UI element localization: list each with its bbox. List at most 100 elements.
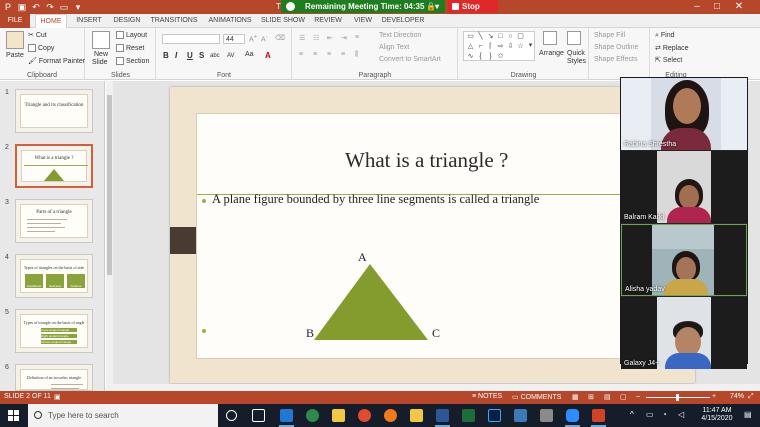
slide-thumbnail-5[interactable]: Types of triangle on the basis of angle …: [15, 309, 93, 353]
increase-indent-icon[interactable]: ⇥: [341, 34, 347, 42]
underline-button[interactable]: U: [187, 51, 193, 60]
shapes-gallery[interactable]: ▭ ╲ ↘ □ ○ ▢ △ ⌐ ⌈ ⇨ ⇩ ☆ ∿ { } ✩ ▾: [463, 31, 535, 61]
redo-icon[interactable]: ↷: [44, 1, 56, 13]
shadow-button[interactable]: abc: [210, 53, 220, 59]
horizontal-scrollbar[interactable]: [113, 384, 760, 391]
new-slide-label-2[interactable]: Slide: [92, 59, 108, 66]
paste-icon[interactable]: [6, 31, 24, 49]
quick-styles-label-2[interactable]: Styles: [567, 58, 586, 65]
notifications-icon[interactable]: ▤: [744, 410, 752, 419]
tab-animations[interactable]: ANIMATIONS: [204, 14, 256, 28]
zoom-out-button[interactable]: –: [636, 393, 640, 400]
shape-triangle-icon[interactable]: △: [466, 43, 475, 51]
shape-arrow-icon[interactable]: ↘: [486, 33, 495, 41]
slide-thumbnail-3[interactable]: Parts of a triangle: [15, 199, 93, 243]
character-spacing-button[interactable]: AV: [227, 53, 235, 59]
font-name-dropdown[interactable]: [162, 34, 220, 44]
participant-video-1[interactable]: Rabina Shrestha: [621, 78, 747, 150]
close-button[interactable]: ✕: [730, 0, 748, 14]
zoom-app-icon[interactable]: [566, 409, 579, 422]
volume-icon[interactable]: ◁: [678, 410, 684, 419]
new-slide-icon[interactable]: [92, 31, 110, 49]
slide-title[interactable]: What is a triangle ?: [345, 148, 508, 173]
task-view-icon[interactable]: [252, 409, 265, 422]
tab-file[interactable]: FILE: [0, 14, 30, 28]
notes-button[interactable]: ≡ NOTES: [472, 393, 502, 400]
zoom-in-button[interactable]: +: [712, 393, 716, 400]
spellcheck-icon[interactable]: ▣: [54, 393, 61, 401]
participant-video-2[interactable]: Balram Karki: [621, 151, 747, 223]
tab-insert[interactable]: INSERT: [72, 14, 106, 28]
shape-fill-button[interactable]: Shape Fill: [594, 32, 625, 39]
thumbnail-scroll-thumb[interactable]: [107, 95, 112, 275]
tab-view[interactable]: VIEW: [350, 14, 376, 28]
tab-developer[interactable]: DEVELOPER: [380, 14, 426, 28]
shape-ellipse-icon[interactable]: ○: [506, 33, 515, 41]
excel-icon[interactable]: [462, 409, 475, 422]
layout-button[interactable]: Layout: [116, 31, 147, 39]
line-spacing-icon[interactable]: ≡: [355, 34, 359, 41]
network-icon[interactable]: ◔: [662, 410, 667, 419]
shape-line-icon[interactable]: ╲: [476, 33, 485, 41]
paste-button[interactable]: Paste: [6, 52, 24, 59]
reset-button[interactable]: Reset: [116, 44, 144, 52]
save-icon[interactable]: ▣: [16, 1, 28, 13]
align-center-icon[interactable]: ≡: [313, 51, 317, 58]
participant-video-4[interactable]: Galaxy J4+: [621, 297, 747, 369]
triangle-shape[interactable]: [314, 264, 428, 340]
taskbar-search-input[interactable]: Type here to search: [28, 404, 218, 427]
start-from-beginning-icon[interactable]: ▭: [58, 1, 70, 13]
current-slide[interactable]: What is a triangle ? A plane figure boun…: [170, 87, 695, 383]
align-right-icon[interactable]: ≡: [327, 51, 331, 58]
slide-thumbnail-1[interactable]: Triangle and its classification: [15, 89, 93, 133]
shape-brace2-icon[interactable]: }: [486, 53, 495, 61]
change-case-button[interactable]: Aa: [245, 51, 254, 58]
shape-square-icon[interactable]: ▢: [516, 33, 525, 41]
media-player-icon[interactable]: [514, 409, 527, 422]
slide-thumbnail-4[interactable]: Types of triangles on the basis of side …: [15, 254, 93, 298]
participant-video-3[interactable]: Alisha yadav: [621, 224, 747, 296]
comments-button[interactable]: ▭ COMMENTS: [512, 393, 561, 401]
align-text-button[interactable]: Align Text: [379, 44, 409, 51]
restore-button[interactable]: □: [708, 0, 726, 14]
slide-thumbnail-6[interactable]: Definition of an isosceles triangle: [15, 364, 93, 391]
strikethrough-button[interactable]: S: [199, 51, 204, 60]
cut-button[interactable]: ✂ Cut: [28, 31, 47, 39]
shape-arrow-right-icon[interactable]: ⇨: [496, 43, 505, 51]
shape-curve-icon[interactable]: ∿: [466, 53, 475, 61]
undo-icon[interactable]: ↶: [30, 1, 42, 13]
select-button[interactable]: ⇱ Select: [655, 56, 682, 64]
convert-smartart-button[interactable]: Convert to SmartArt: [379, 56, 441, 63]
tab-transitions[interactable]: TRANSITIONS: [148, 14, 200, 28]
zoom-slider-thumb[interactable]: [676, 394, 679, 401]
shape-star2-icon[interactable]: ✩: [496, 53, 505, 61]
shape-rectangle-icon[interactable]: ▭: [466, 33, 475, 41]
tab-home[interactable]: HOME: [35, 14, 67, 28]
shape-bracket-icon[interactable]: ⌈: [486, 43, 495, 51]
shapes-more-icon[interactable]: ▾: [526, 42, 535, 50]
align-left-icon[interactable]: ≡: [299, 51, 303, 58]
app-icon-green[interactable]: [306, 409, 319, 422]
new-slide-label[interactable]: New: [94, 51, 108, 58]
slide-sorter-icon[interactable]: ⊞: [588, 393, 594, 401]
slideshow-view-icon[interactable]: ▢: [620, 393, 627, 401]
justify-icon[interactable]: ≡: [341, 51, 345, 58]
replace-button[interactable]: ⇄ Replace: [655, 44, 689, 52]
decrease-indent-icon[interactable]: ⇤: [327, 34, 333, 42]
battery-icon[interactable]: ▭: [646, 410, 654, 419]
fit-slide-icon[interactable]: ⤢: [748, 393, 754, 401]
tab-slide-show[interactable]: SLIDE SHOW: [260, 14, 306, 28]
edge-icon[interactable]: [280, 409, 293, 422]
font-color-button[interactable]: A: [265, 51, 271, 60]
normal-view-icon[interactable]: ▦: [572, 393, 579, 401]
shape-star-icon[interactable]: ☆: [516, 43, 525, 51]
shape-corner-icon[interactable]: ⌐: [476, 43, 485, 51]
bullets-icon[interactable]: ☰: [299, 34, 305, 42]
reading-view-icon[interactable]: ▤: [604, 393, 611, 401]
grow-font-icon[interactable]: A+: [249, 34, 257, 43]
zoom-level[interactable]: 74%: [730, 393, 744, 400]
shape-brace-icon[interactable]: {: [476, 53, 485, 61]
shape-effects-button[interactable]: Shape Effects: [594, 56, 637, 63]
columns-icon[interactable]: ⫼: [355, 51, 358, 59]
shape-arrow-down-icon[interactable]: ⇩: [506, 43, 515, 51]
